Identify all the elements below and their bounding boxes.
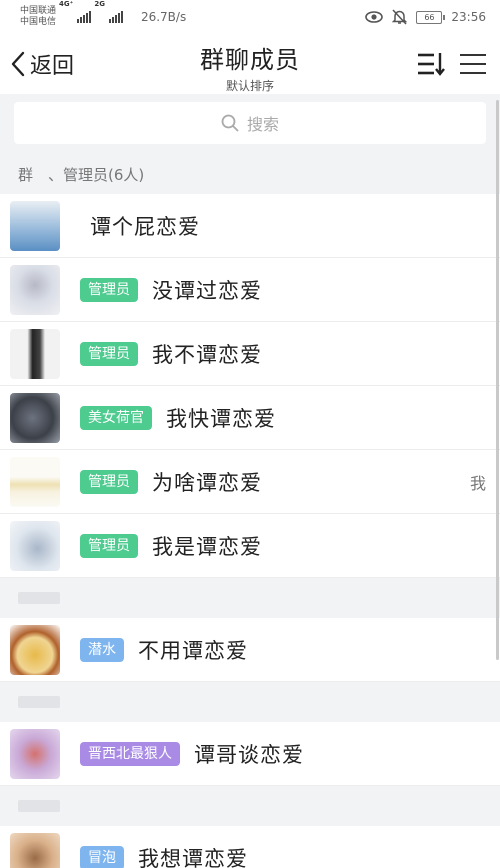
avatar bbox=[10, 520, 60, 571]
sort-subtitle: 默认排序 bbox=[225, 79, 274, 93]
network-speed: 26.7B/s bbox=[140, 10, 187, 24]
carrier-1: 中国联通 bbox=[20, 6, 57, 16]
member-name: 我是谭恋爱 bbox=[152, 534, 262, 559]
search-icon bbox=[221, 114, 239, 132]
battery-level: 66 bbox=[424, 12, 435, 22]
member-row[interactable]: 美女荷官 我快谭恋爱 bbox=[0, 386, 500, 450]
back-label: 返回 bbox=[30, 54, 75, 79]
sort-icon[interactable] bbox=[416, 51, 446, 77]
member-name: 谭个屁恋爱 bbox=[90, 214, 200, 239]
page-title: 群聊成员 bbox=[200, 46, 300, 74]
title-bar: 返回 群聊成员 默认排序 bbox=[0, 34, 500, 94]
chevron-left-icon bbox=[11, 51, 25, 77]
signal-icon-2 bbox=[108, 11, 123, 23]
avatar bbox=[10, 200, 60, 251]
eye-icon bbox=[365, 11, 384, 23]
member-name: 谭哥谈恋爱 bbox=[194, 742, 304, 767]
search-input[interactable]: 搜索 bbox=[14, 102, 486, 144]
blurred-label bbox=[18, 696, 60, 708]
avatar bbox=[10, 456, 60, 507]
member-row[interactable]: 冒泡 我想谭恋爱 bbox=[0, 826, 500, 868]
bell-off-icon bbox=[392, 9, 408, 25]
status-bar: 中国联通 中国电信 4G⁺ 2G 26.7B/s 66 23:56 bbox=[0, 0, 500, 34]
member-row[interactable]: 管理员 我是谭恋爱 bbox=[0, 514, 500, 578]
blurred-label bbox=[18, 800, 60, 812]
section-header-blurred bbox=[0, 578, 500, 618]
member-row[interactable]: 谭个屁恋爱 bbox=[0, 194, 500, 258]
title-block: 群聊成员 默认排序 bbox=[200, 40, 300, 94]
network-type-2: 2G bbox=[94, 0, 105, 8]
battery-icon: 66 bbox=[416, 10, 446, 24]
carrier-2: 中国电信 bbox=[20, 17, 57, 27]
menu-icon[interactable] bbox=[458, 52, 488, 76]
member-name: 我想谭恋爱 bbox=[138, 846, 248, 868]
scrollbar[interactable] bbox=[496, 100, 499, 660]
role-badge: 晋西北最狠人 bbox=[80, 741, 180, 766]
search-placeholder: 搜索 bbox=[246, 115, 279, 134]
member-row[interactable]: 管理员 没谭过恋爱 bbox=[0, 258, 500, 322]
member-name: 我快谭恋爱 bbox=[166, 406, 276, 431]
network-type-1: 4G⁺ bbox=[59, 0, 74, 8]
member-row[interactable]: 晋西北最狠人 谭哥谈恋爱 bbox=[0, 722, 500, 786]
role-badge: 美女荷官 bbox=[80, 405, 152, 430]
member-row[interactable]: 潜水 不用谭恋爱 bbox=[0, 618, 500, 682]
self-marker: 我 bbox=[469, 473, 486, 493]
member-row[interactable]: 管理员 为啥谭恋爱 我 bbox=[0, 450, 500, 514]
avatar bbox=[10, 264, 60, 315]
avatar bbox=[10, 328, 60, 379]
role-badge: 潜水 bbox=[80, 637, 124, 662]
back-button[interactable]: 返回 bbox=[0, 34, 74, 94]
role-badge: 管理员 bbox=[80, 277, 138, 302]
section-header-blurred bbox=[0, 682, 500, 722]
signal-icon bbox=[77, 11, 92, 23]
role-badge: 管理员 bbox=[80, 469, 138, 494]
avatar bbox=[10, 392, 60, 443]
role-badge: 管理员 bbox=[80, 341, 138, 366]
avatar bbox=[10, 624, 60, 675]
blurred-label bbox=[18, 592, 60, 604]
clock: 23:56 bbox=[451, 10, 486, 24]
avatar bbox=[10, 728, 60, 779]
carrier-info: 中国联通 中国电信 bbox=[20, 6, 56, 28]
role-badge: 管理员 bbox=[80, 533, 138, 558]
role-badge: 冒泡 bbox=[80, 845, 124, 868]
member-name: 为啥谭恋爱 bbox=[152, 470, 262, 495]
member-name: 我不谭恋爱 bbox=[152, 342, 262, 367]
section-header-blurred bbox=[0, 786, 500, 826]
section-header-admins: 群 、管理员(6人) bbox=[0, 154, 500, 194]
member-row[interactable]: 管理员 我不谭恋爱 bbox=[0, 322, 500, 386]
member-name: 不用谭恋爱 bbox=[138, 638, 248, 663]
member-name: 没谭过恋爱 bbox=[152, 278, 262, 303]
avatar bbox=[10, 832, 60, 868]
search-area: 搜索 bbox=[0, 94, 500, 154]
